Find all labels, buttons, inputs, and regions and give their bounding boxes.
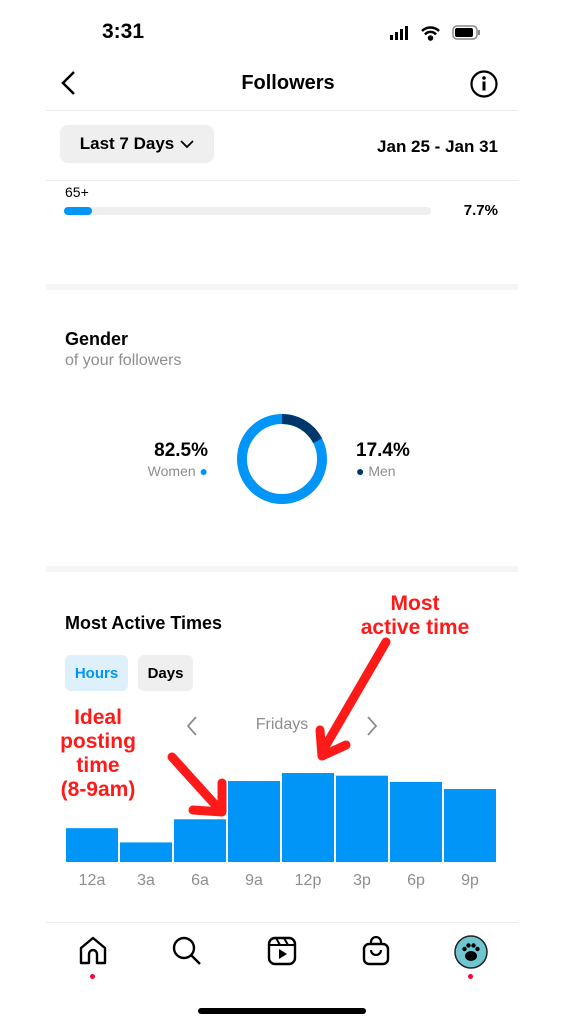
next-day-chevron-icon[interactable]: [365, 715, 379, 737]
women-dot: ●: [199, 463, 208, 479]
bar-12a: [66, 828, 118, 862]
men-dot: ●: [356, 463, 365, 479]
wifi-icon: [421, 26, 440, 41]
annotation-line: Ideal: [74, 706, 122, 729]
active-times-title: Most Active Times: [65, 613, 223, 633]
divider: [46, 922, 518, 923]
x-tick-label: 12a: [78, 872, 106, 889]
annotation-line: (8-9am): [60, 778, 136, 801]
x-tick-label: 9p: [461, 872, 479, 889]
gender-title: Gender: [65, 329, 129, 349]
gender-subtitle: of your followers: [65, 352, 182, 369]
day-label: Fridays: [255, 716, 309, 733]
x-tick-label: 12p: [294, 872, 322, 889]
women-label: Women: [147, 463, 196, 479]
bar-9p: [444, 789, 496, 862]
bar-3a: [120, 842, 172, 862]
battery-icon: [452, 25, 480, 40]
status-time: 3:31: [102, 20, 145, 43]
annotation-line: Most: [390, 592, 440, 615]
gender-donut-chart: [237, 414, 327, 504]
x-tick-label: 6a: [191, 872, 209, 889]
ideal-arrow-head: [188, 778, 227, 817]
age-percent: 7.7%: [463, 202, 498, 219]
bar-12p: [282, 773, 334, 862]
women-percent: 82.5%: [154, 440, 208, 461]
most-active-annotation: Most active time: [350, 592, 480, 640]
x-tick-label: 3p: [353, 872, 371, 889]
bar-6p: [390, 781, 442, 862]
bar-9a: [228, 781, 280, 862]
x-tick-label: 6p: [407, 872, 425, 889]
profile-notification-dot: [468, 974, 473, 979]
section-divider: [46, 284, 518, 290]
age-progress-fill: [64, 207, 93, 215]
home-notification-dot: [90, 974, 95, 979]
status-icons: [390, 25, 480, 41]
x-tick-label: 3a: [137, 872, 155, 889]
men-legend: ● Men: [356, 463, 396, 479]
prev-day-chevron-icon[interactable]: [185, 715, 199, 737]
annotation-line: time: [76, 754, 120, 777]
chevron-down-icon: [180, 140, 194, 149]
tab-hours[interactable]: Hours: [65, 655, 128, 691]
profile-avatar[interactable]: [454, 935, 488, 969]
date-range-dropdown[interactable]: Last 7 Days: [60, 125, 214, 163]
bar-3p: [336, 775, 388, 862]
age-label: 65+: [65, 184, 89, 200]
home-indicator: [198, 1008, 366, 1014]
ideal-annotation: Ideal posting time (8-9am): [58, 706, 138, 802]
info-icon[interactable]: [469, 69, 499, 99]
reels-icon[interactable]: [267, 936, 297, 966]
divider: [46, 110, 518, 111]
divider: [46, 180, 518, 181]
tab-days[interactable]: Days: [138, 655, 193, 691]
x-tick-label: 9a: [245, 872, 263, 889]
signal-icon: [390, 26, 408, 40]
bar-6a: [174, 819, 226, 862]
date-range: Jan 25 - Jan 31: [377, 137, 498, 156]
ideal-arrow-shaft: [167, 752, 225, 815]
section-divider: [46, 566, 518, 572]
women-legend: Women ●: [110, 463, 208, 479]
men-label: Men: [368, 463, 396, 479]
range-label: Last 7 Days: [79, 134, 175, 153]
annotation-line: posting: [60, 730, 136, 753]
home-icon[interactable]: [78, 936, 108, 966]
age-progress-bar: [64, 207, 431, 215]
men-percent: 17.4%: [356, 440, 410, 461]
search-icon[interactable]: [172, 936, 202, 966]
shop-icon[interactable]: [361, 936, 391, 966]
annotation-line: active time: [360, 616, 470, 639]
